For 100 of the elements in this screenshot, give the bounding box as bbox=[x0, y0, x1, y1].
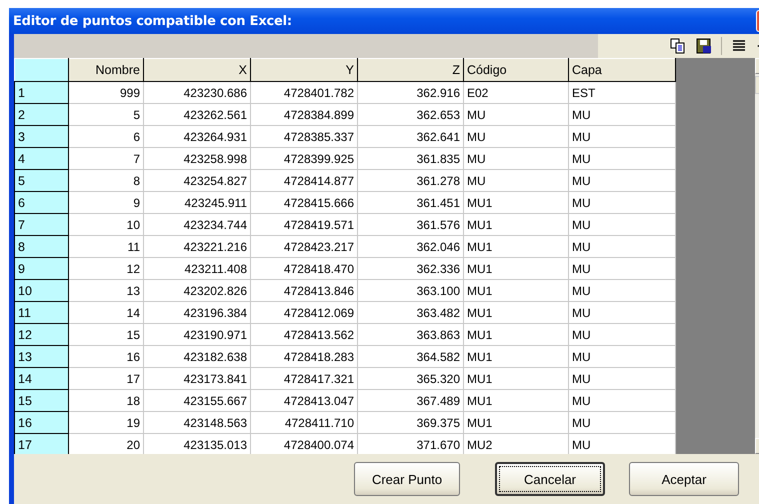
table-cell: 423234.744 bbox=[144, 214, 250, 236]
table-cell: 4728417.321 bbox=[250, 368, 358, 390]
table-cell: 423182.638 bbox=[144, 346, 250, 368]
table-cell: 361.835 bbox=[358, 148, 464, 170]
row-header: 6 bbox=[14, 192, 68, 214]
table-cell: MU bbox=[568, 368, 676, 390]
table-cell: MU bbox=[568, 126, 676, 148]
table-cell: 15 bbox=[68, 324, 144, 346]
table-cell: 423196.384 bbox=[144, 302, 250, 324]
table-cell: 4728411.710 bbox=[250, 412, 358, 434]
table-cell: MU2 bbox=[464, 434, 568, 454]
column-header[interactable]: Z bbox=[358, 58, 464, 82]
table-cell: MU bbox=[568, 324, 676, 346]
table-cell: 18 bbox=[68, 390, 144, 412]
table-cell: MU bbox=[464, 170, 568, 192]
row-header: 15 bbox=[14, 390, 68, 412]
copy-icon[interactable] bbox=[670, 38, 686, 54]
table-cell: 361.278 bbox=[358, 170, 464, 192]
table-cell: MU1 bbox=[464, 368, 568, 390]
row-header: 2 bbox=[14, 104, 68, 126]
table-cell: 4728400.074 bbox=[250, 434, 358, 454]
table-cell: MU bbox=[464, 126, 568, 148]
table-cell: 423258.998 bbox=[144, 148, 250, 170]
table-cell: 4728413.846 bbox=[250, 280, 358, 302]
dialog-button[interactable]: Crear Punto bbox=[354, 462, 460, 496]
table-cell: 423211.408 bbox=[144, 258, 250, 280]
row-header: 4 bbox=[14, 148, 68, 170]
table-cell: 999 bbox=[68, 82, 144, 104]
column-header[interactable]: Y bbox=[250, 58, 358, 82]
dialog-button[interactable]: Aceptar bbox=[629, 462, 739, 496]
row-header: 3 bbox=[14, 126, 68, 148]
table-cell: 4728418.470 bbox=[250, 258, 358, 280]
table-cell: 4728399.925 bbox=[250, 148, 358, 170]
table-cell: MU1 bbox=[464, 324, 568, 346]
table-cell: MU1 bbox=[464, 280, 568, 302]
table-cell: 14 bbox=[68, 302, 144, 324]
table-cell: MU1 bbox=[464, 390, 568, 412]
table-cell: MU bbox=[568, 412, 676, 434]
table-cell: 362.336 bbox=[358, 258, 464, 280]
table-cell: 423190.971 bbox=[144, 324, 250, 346]
row-header: 1 bbox=[14, 82, 68, 104]
table-cell: 8 bbox=[68, 170, 144, 192]
row-header: 10 bbox=[14, 280, 68, 302]
table-cell: 423264.931 bbox=[144, 126, 250, 148]
column-header[interactable]: Código bbox=[464, 58, 568, 82]
table-cell: 4728384.899 bbox=[250, 104, 358, 126]
table-cell: MU bbox=[568, 302, 676, 324]
table-cell: 423173.841 bbox=[144, 368, 250, 390]
column-header[interactable]: Nombre bbox=[68, 58, 144, 82]
table-cell: 423135.013 bbox=[144, 434, 250, 454]
table-cell: MU1 bbox=[464, 412, 568, 434]
row-header: 14 bbox=[14, 368, 68, 390]
row-header: 13 bbox=[14, 346, 68, 368]
table-cell: 4728413.562 bbox=[250, 324, 358, 346]
table-cell: 362.046 bbox=[358, 236, 464, 258]
row-header: 9 bbox=[14, 258, 68, 280]
table-cell: 363.100 bbox=[358, 280, 464, 302]
table-cell: 363.482 bbox=[358, 302, 464, 324]
table-cell: 367.489 bbox=[358, 390, 464, 412]
table-cell: 369.375 bbox=[358, 412, 464, 434]
row-header: 5 bbox=[14, 170, 68, 192]
table-cell: 423148.563 bbox=[144, 412, 250, 434]
table-cell: 16 bbox=[68, 346, 144, 368]
table-cell: MU1 bbox=[464, 192, 568, 214]
column-header[interactable]: X bbox=[144, 58, 250, 82]
lines-icon[interactable] bbox=[731, 38, 747, 54]
table-cell: 4728419.571 bbox=[250, 214, 358, 236]
table-cell: MU bbox=[464, 104, 568, 126]
table-cell: MU bbox=[568, 236, 676, 258]
table-cell: 423254.827 bbox=[144, 170, 250, 192]
table-cell: 365.320 bbox=[358, 368, 464, 390]
table-cell: 11 bbox=[68, 236, 144, 258]
row-header: 17 bbox=[14, 434, 68, 454]
table-cell: 6 bbox=[68, 126, 144, 148]
table-cell: 362.641 bbox=[358, 126, 464, 148]
column-header[interactable]: Capa bbox=[568, 58, 676, 82]
table-cell: 13 bbox=[68, 280, 144, 302]
table-cell: MU bbox=[464, 148, 568, 170]
row-header: 8 bbox=[14, 236, 68, 258]
table-cell: 423155.667 bbox=[144, 390, 250, 412]
dialog-button[interactable]: Cancelar bbox=[495, 462, 605, 496]
table-cell: MU1 bbox=[464, 236, 568, 258]
row-header: 7 bbox=[14, 214, 68, 236]
table-cell: 361.576 bbox=[358, 214, 464, 236]
table-cell: 364.582 bbox=[358, 346, 464, 368]
table-cell: MU bbox=[568, 390, 676, 412]
table-cell: 19 bbox=[68, 412, 144, 434]
save-icon[interactable] bbox=[696, 38, 712, 54]
table-cell: 20 bbox=[68, 434, 144, 454]
table-cell: MU1 bbox=[464, 302, 568, 324]
table-cell: MU bbox=[568, 192, 676, 214]
table-cell: 423230.686 bbox=[144, 82, 250, 104]
table-cell: 4728412.069 bbox=[250, 302, 358, 324]
table-cell: 4728423.217 bbox=[250, 236, 358, 258]
table-cell: 4728385.337 bbox=[250, 126, 358, 148]
table-cell: 4728413.047 bbox=[250, 390, 358, 412]
table-cell: MU1 bbox=[464, 346, 568, 368]
table-cell: 5 bbox=[68, 104, 144, 126]
table-cell: EST bbox=[568, 82, 676, 104]
table-cell: 4728418.283 bbox=[250, 346, 358, 368]
